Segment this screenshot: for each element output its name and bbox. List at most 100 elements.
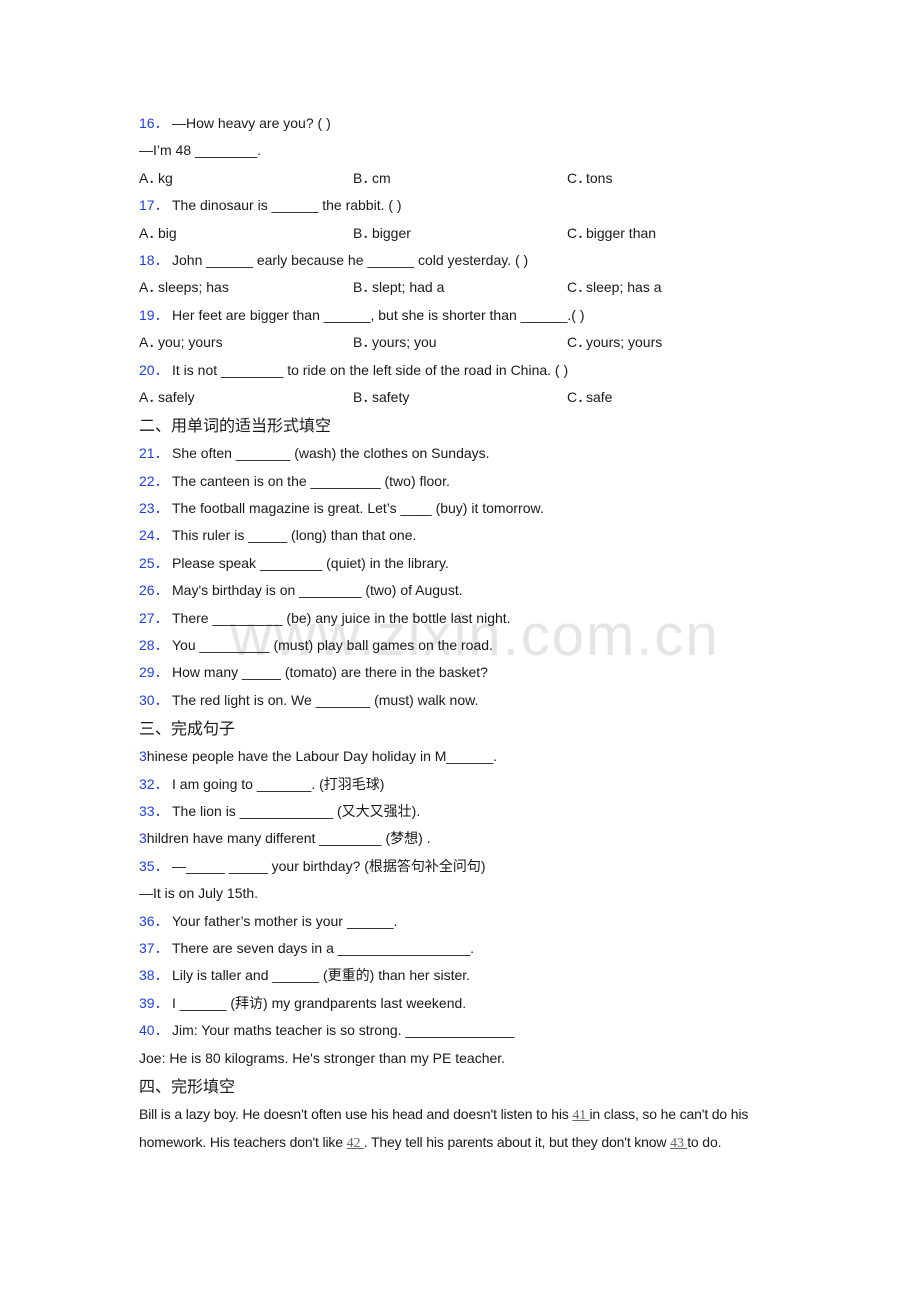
option-c[interactable]: C．yours; yours [567, 329, 662, 356]
question-number: 36． [139, 912, 169, 929]
question-25: 25． Please speak ________ (quiet) in the … [139, 550, 789, 577]
cloze-passage: Bill is a lazy boy. He doesn't often use… [139, 1105, 749, 1152]
question-number: 20． [139, 361, 169, 378]
question-number: 30． [139, 691, 169, 708]
question-text: The canteen is on the _________ (two) fl… [172, 472, 450, 489]
question-number: 19． [139, 306, 169, 323]
question-number: 37． [139, 939, 169, 956]
question-text: Her feet are bigger than ______, but she… [172, 306, 585, 323]
question-number: 3 [139, 830, 147, 847]
option-a[interactable]: A．you; yours [139, 329, 353, 356]
question-35: 35． —_____ _____ your birthday? (根据答句补全问句… [139, 853, 789, 880]
question-text: The red light is on. We _______ (must) w… [172, 691, 479, 708]
question-text: Jim: Your maths teacher is so strong. __… [172, 1022, 515, 1039]
question-text: —_____ _____ your birthday? (根据答句补全问句) [172, 857, 486, 874]
question-31: 3hinese people have the Labour Day holid… [139, 743, 789, 770]
question-number: 32． [139, 775, 169, 792]
blank-43[interactable]: 43 [670, 1136, 687, 1151]
question-number: 38． [139, 967, 169, 984]
question-37: 37． There are seven days in a ___________… [139, 935, 789, 962]
question-text: The lion is ____________ (又大又强壮). [172, 802, 421, 819]
question-30: 30． The red light is on. We _______ (must… [139, 687, 789, 714]
question-number: 26． [139, 582, 169, 599]
option-a[interactable]: A．big [139, 220, 353, 247]
exam-page: 16． —How heavy are you? ( ) —I’m 48 _____… [139, 110, 789, 1158]
question-35-answer-line: —It is on July 15th. [139, 885, 259, 902]
question-text: —How heavy are you? ( ) [172, 115, 331, 131]
question-36: 36． Your father’s mother is your ______. [139, 908, 789, 935]
section-heading-complete-sentences: 三、完成句子 [139, 719, 236, 739]
question-number: 22． [139, 472, 169, 489]
option-a[interactable]: A．safely [139, 384, 353, 411]
option-a[interactable]: A．kg [139, 165, 353, 192]
question-number: 28． [139, 637, 169, 654]
question-text: You _________ (must) play ball games on … [172, 637, 493, 654]
question-40-reply-line: Joe: He is 80 kilograms. He's stronger t… [139, 1049, 506, 1066]
option-b[interactable]: B．bigger [353, 220, 567, 247]
question-text: hinese people have the Labour Day holida… [146, 748, 498, 765]
question-38: 38． Lily is taller and ______ (更重的) than … [139, 962, 789, 989]
question-number: 29． [139, 664, 169, 681]
question-24: 24． This ruler is _____ (long) than that … [139, 522, 789, 549]
question-29: 29． How many _____ (tomato) are there in … [139, 659, 789, 686]
question-number: 40． [139, 1022, 169, 1039]
question-text: She often _______ (wash) the clothes on … [172, 445, 490, 462]
question-40: 40． Jim: Your maths teacher is so strong.… [139, 1017, 789, 1044]
question-text: There _________ (be) any juice in the bo… [172, 609, 511, 626]
question-text: I am going to _______. (打羽毛球) [172, 775, 385, 792]
question-text: I ______ (拜访) my grandparents last weeke… [172, 994, 467, 1011]
question-number: 21． [139, 445, 169, 462]
question-number: 18． [139, 251, 169, 268]
option-b[interactable]: B．safety [353, 384, 567, 411]
question-text: Your father’s mother is your ______. [172, 912, 398, 929]
question-number: 17． [139, 197, 169, 214]
option-c[interactable]: C．tons [567, 165, 612, 192]
question-number: 3 [139, 748, 147, 765]
question-number: 27． [139, 609, 169, 626]
question-text: The dinosaur is ______ the rabbit. ( ) [172, 197, 402, 214]
question-text: Please speak ________ (quiet) in the lib… [172, 554, 449, 571]
question-16-answer-line: —I’m 48 ________. [139, 142, 262, 159]
option-a[interactable]: A．sleeps; has [139, 274, 353, 301]
question-32: 32． I am going to _______. (打羽毛球) [139, 771, 789, 798]
option-b[interactable]: B．slept; had a [353, 274, 567, 301]
blank-42[interactable]: 42 [347, 1136, 364, 1151]
blank-41[interactable]: 41 [572, 1108, 589, 1123]
question-21: 21． She often _______ (wash) the clothes … [139, 440, 789, 467]
question-number: 24． [139, 527, 169, 544]
question-number: 16． [139, 115, 169, 131]
question-text: hildren have many different ________ (梦想… [146, 830, 431, 847]
question-number: 35． [139, 857, 169, 874]
question-18-options: A．sleeps; has B．slept; had a C．sleep; ha… [139, 274, 789, 301]
section-heading-cloze: 四、完形填空 [139, 1076, 236, 1096]
option-b[interactable]: B．cm [353, 165, 567, 192]
question-22: 22． The canteen is on the _________ (two)… [139, 468, 789, 495]
question-18: 18． John ______ early because he ______ c… [139, 247, 789, 274]
question-text: Lily is taller and ______ (更重的) than her… [172, 967, 471, 984]
question-text: There are seven days in a ______________… [172, 939, 475, 956]
question-34: 3hildren have many different ________ (梦… [139, 825, 789, 852]
question-39: 39． I ______ (拜访) my grandparents last we… [139, 990, 789, 1017]
question-text: How many _____ (tomato) are there in the… [172, 664, 488, 681]
question-text: May's birthday is on ________ (two) of A… [172, 582, 463, 599]
section-heading-fill-in-word-forms: 二、用单词的适当形式填空 [139, 416, 332, 436]
question-number: 23． [139, 500, 169, 517]
question-16: 16． —How heavy are you? ( ) [139, 110, 789, 137]
question-20: 20． It is not ________ to ride on the lef… [139, 357, 789, 384]
question-20-options: A．safely B．safety C．safe [139, 384, 789, 411]
question-17-options: A．big B．bigger C．bigger than [139, 220, 789, 247]
question-text: This ruler is _____ (long) than that one… [172, 527, 417, 544]
option-c[interactable]: C．sleep; has a [567, 274, 662, 301]
question-26: 26． May's birthday is on ________ (two) o… [139, 577, 789, 604]
question-19: 19． Her feet are bigger than ______, but … [139, 302, 789, 329]
option-b[interactable]: B．yours; you [353, 329, 567, 356]
question-27: 27． There _________ (be) any juice in the… [139, 605, 789, 632]
question-number: 33． [139, 802, 169, 819]
option-c[interactable]: C．bigger than [567, 220, 656, 247]
question-text: It is not ________ to ride on the left s… [172, 361, 569, 378]
option-c[interactable]: C．safe [567, 384, 612, 411]
question-19-options: A．you; yours B．yours; you C．yours; yours [139, 329, 789, 356]
question-text: The football magazine is great. Let’s __… [172, 500, 544, 517]
question-33: 33． The lion is ____________ (又大又强壮). [139, 798, 789, 825]
question-23: 23． The football magazine is great. Let’s… [139, 495, 789, 522]
